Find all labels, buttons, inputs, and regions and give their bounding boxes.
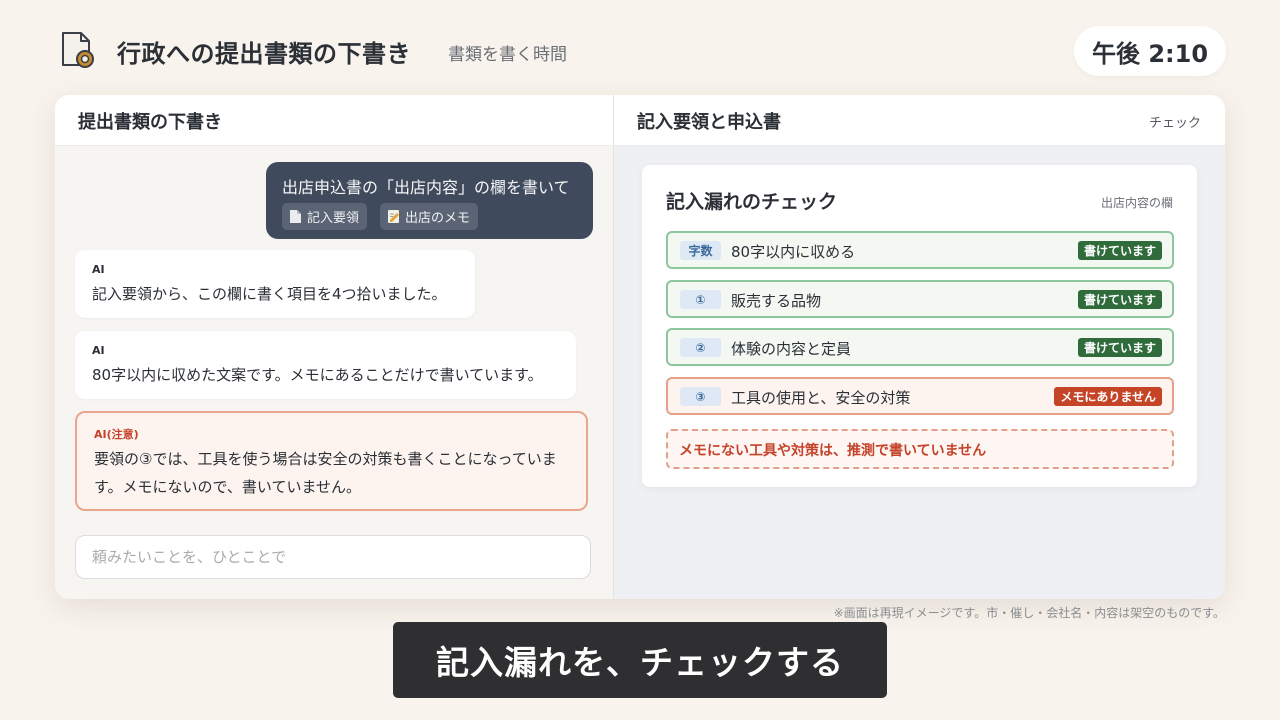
caption: 記入漏れを、チェックする (393, 622, 887, 698)
user-message: 出店申込書の「出店内容」の欄を書いて 記入要領 出店のメモ (266, 162, 593, 239)
guidelines-pane-title: 記入要領と申込書 (637, 112, 781, 133)
checklist-row-missing: ③ 工具の使用と、安全の対策 メモにありません (666, 377, 1174, 415)
row-text: 体験の内容と定員 (731, 340, 852, 358)
row-text: 工具の使用と、安全の対策 (731, 389, 911, 407)
page-title: 行政への提出書類の下書き (117, 40, 411, 68)
row-tag: 字数 (680, 241, 721, 260)
attachment-chip-guidelines[interactable]: 記入要領 (282, 203, 368, 230)
document-approval-icon (62, 32, 94, 68)
checklist-title: 記入漏れのチェック (666, 191, 838, 213)
attachment-label: 出店のメモ (405, 211, 471, 226)
draft-pane-title: 提出書類の下書き (78, 112, 222, 133)
chat-input[interactable] (75, 535, 591, 579)
attachment-chip-memo[interactable]: 出店のメモ (380, 203, 479, 230)
checklist-row: ② 体験の内容と定員 書けています (666, 328, 1174, 366)
user-message-text: 出店申込書の「出店内容」の欄を書いて (282, 178, 570, 197)
document-icon (290, 210, 301, 223)
status-badge-missing: メモにありません (1054, 387, 1162, 406)
ai-warning-message: AI(注意) 要領の③では、工具を使う場合は安全の対策も書くことになっています。… (75, 411, 588, 511)
page-subtitle: 書類を書く時間 (448, 45, 567, 65)
row-tag: ② (680, 338, 721, 357)
checklist-warning: メモにない工具や対策は、推測で書いていません (666, 429, 1174, 469)
attachment-label: 記入要領 (307, 211, 360, 226)
checklist-subtitle: 出店内容の欄 (1100, 196, 1173, 210)
footnote: ※画面は再現イメージです。市・催し・会社名・内容は架空のものです。 (833, 606, 1225, 620)
ai-message-text: 80字以内に収めた文案です。メモにあることだけで書いています。 (92, 366, 543, 384)
ai-message: AI 記入要領から、この欄に書く項目を4つ拾いました。 (75, 250, 475, 318)
guidelines-pane: 記入要領と申込書 チェック 記入漏れのチェック 出店内容の欄 字数 80字以内に… (614, 95, 1225, 599)
row-tag: ① (680, 290, 721, 309)
guidelines-pane-header: 記入要領と申込書 チェック (614, 95, 1225, 146)
row-tag: ③ (680, 387, 721, 406)
checklist-card: 記入漏れのチェック 出店内容の欄 字数 80字以内に収める 書けています ① 販… (642, 165, 1197, 487)
ai-label: AI (92, 344, 105, 357)
memo-icon (388, 210, 399, 223)
ai-warning-label: AI(注意) (94, 428, 139, 441)
status-badge: 書けています (1077, 338, 1162, 357)
tab-check[interactable]: チェック (1149, 112, 1201, 131)
app-window: 提出書類の下書き 出店申込書の「出店内容」の欄を書いて 記入要領 出店のメモ A… (55, 95, 1225, 599)
status-badge: 書けています (1077, 241, 1162, 260)
ai-warning-text: 要領の③では、工具を使う場合は安全の対策も書くことになっています。メモにないので… (94, 450, 557, 496)
checklist-row: ① 販売する品物 書けています (666, 280, 1174, 318)
draft-pane: 提出書類の下書き 出店申込書の「出店内容」の欄を書いて 記入要領 出店のメモ A… (55, 95, 613, 599)
ai-message-text: 記入要領から、この欄に書く項目を4つ拾いました。 (92, 285, 447, 303)
status-badge: 書けています (1077, 290, 1162, 309)
checklist-warning-text: メモにない工具や対策は、推測で書いていません (679, 443, 987, 459)
ai-label: AI (92, 263, 105, 276)
row-text: 販売する品物 (731, 292, 822, 310)
clock: 午後 2:10 (1074, 26, 1226, 76)
row-text: 80字以内に収める (731, 243, 856, 261)
checklist-row: 字数 80字以内に収める 書けています (666, 231, 1174, 269)
ai-message: AI 80字以内に収めた文案です。メモにあることだけで書いています。 (75, 331, 576, 399)
draft-pane-header: 提出書類の下書き (55, 95, 613, 146)
